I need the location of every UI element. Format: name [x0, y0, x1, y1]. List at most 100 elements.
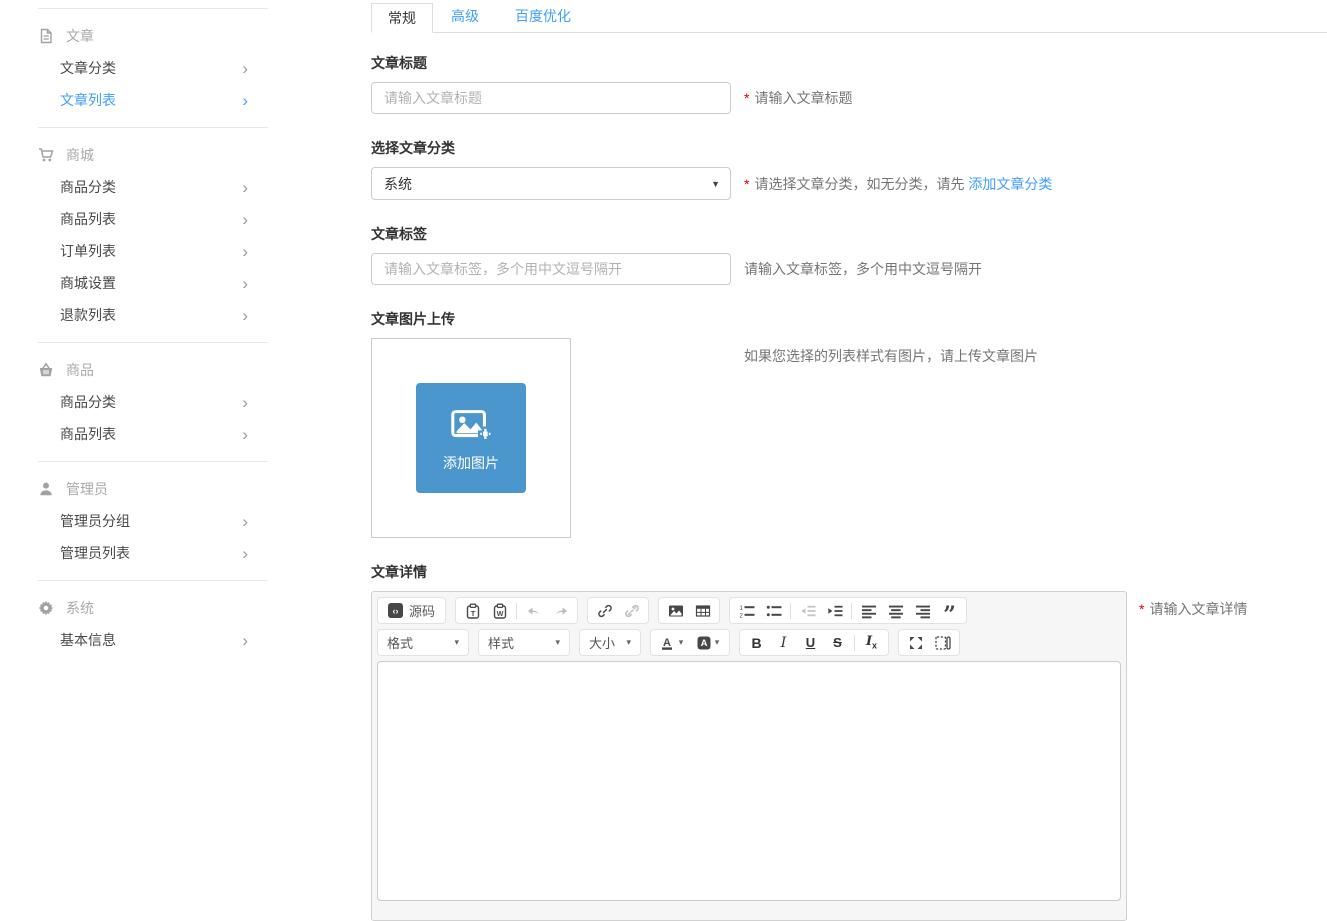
sidebar-item-label: 商品分类: [60, 177, 116, 197]
maximize-button[interactable]: [902, 630, 929, 655]
chevron-right-icon: ›: [242, 243, 248, 260]
undo-icon: [526, 603, 542, 619]
sidebar-header-admin[interactable]: 管理员: [0, 473, 300, 505]
chevron-right-icon: ›: [242, 60, 248, 77]
field-help: *请输入文章详情: [1139, 599, 1247, 619]
field-label: 文章标题: [371, 53, 1327, 73]
field-help: 请输入文章标签，多个用中文逗号隔开: [744, 259, 982, 279]
italic-icon: I: [781, 635, 787, 651]
text-color-button[interactable]: A ▾: [654, 630, 690, 655]
sidebar-item-goods-category[interactable]: 商品分类 ›: [0, 386, 300, 418]
background-color-icon: A: [697, 635, 713, 651]
image-icon: [668, 603, 684, 619]
remove-format-icon: Ix: [866, 634, 877, 651]
toolbar-group-paragraph: 12: [729, 597, 967, 624]
article-tags-input[interactable]: [371, 253, 731, 285]
tab-general[interactable]: 常规: [371, 3, 433, 33]
editor-content-area[interactable]: [377, 661, 1121, 901]
bold-icon: B: [751, 635, 761, 651]
tab-baidu-seo[interactable]: 百度优化: [497, 2, 589, 32]
bold-button[interactable]: B: [743, 630, 770, 655]
sidebar-item-refund-list[interactable]: 退款列表 ›: [0, 299, 300, 331]
field-article-detail: 文章详情 ‹› 源码: [371, 562, 1327, 921]
toolbar-group-insert: [658, 597, 720, 624]
align-right-button[interactable]: [909, 598, 936, 623]
sidebar-header-article[interactable]: 文章: [0, 20, 300, 52]
styles-dropdown[interactable]: 样式 ▾: [478, 629, 570, 656]
caret-down-icon: ▾: [454, 637, 459, 648]
sidebar-item-article-category[interactable]: 文章分类 ›: [0, 52, 300, 84]
paste-text-icon: T: [465, 603, 481, 619]
link-button[interactable]: [591, 598, 618, 623]
show-blocks-button[interactable]: [929, 630, 956, 655]
sidebar-item-label: 商品列表: [60, 209, 116, 229]
align-center-button[interactable]: [882, 598, 909, 623]
strikethrough-button[interactable]: S: [824, 630, 851, 655]
sidebar-section-article: 文章 文章分类 › 文章列表 ›: [0, 9, 300, 127]
link-icon: [597, 603, 613, 619]
sidebar-item-mall-goods-category[interactable]: 商品分类 ›: [0, 171, 300, 203]
main-content: 常规 高级 百度优化 文章标题 *请输入文章标题 选择文章分类: [300, 0, 1327, 641]
indent-button[interactable]: [821, 598, 848, 623]
sidebar-item-mall-settings[interactable]: 商城设置 ›: [0, 267, 300, 299]
toolbar-separator: [851, 603, 852, 619]
help-text: 请选择文章分类，如无分类，请先: [754, 176, 968, 192]
paste-text-button[interactable]: T: [459, 598, 486, 623]
toolbar-group-colors: A ▾ A ▾: [650, 629, 730, 656]
sidebar-item-label: 管理员分组: [60, 511, 130, 531]
sidebar-item-label: 商品分类: [60, 392, 116, 412]
help-text: 如果您选择的列表样式有图片，请上传文章图片: [744, 348, 1038, 364]
sidebar-header-system[interactable]: 系统: [0, 592, 300, 624]
format-dropdown[interactable]: 格式 ▾: [377, 629, 469, 656]
svg-text:W: W: [496, 610, 503, 617]
underline-button[interactable]: U: [797, 630, 824, 655]
source-button[interactable]: ‹› 源码: [381, 598, 442, 623]
toolbar-separator: [854, 635, 855, 651]
add-image-button[interactable]: 添加图片: [416, 383, 526, 493]
insert-table-button[interactable]: [689, 598, 716, 623]
toolbar-separator: [516, 603, 517, 619]
field-label: 选择文章分类: [371, 138, 1327, 158]
chevron-right-icon: ›: [242, 307, 248, 324]
sidebar-item-article-list[interactable]: 文章列表 ›: [0, 84, 300, 116]
sidebar-item-label: 文章列表: [60, 90, 116, 110]
paste-word-button[interactable]: W: [486, 598, 513, 623]
svg-text:A: A: [700, 638, 707, 649]
italic-button[interactable]: I: [770, 630, 797, 655]
align-left-button[interactable]: [855, 598, 882, 623]
numbered-list-button[interactable]: 12: [733, 598, 760, 623]
svg-text:T: T: [470, 608, 475, 617]
tab-advanced[interactable]: 高级: [433, 2, 497, 32]
article-category-select[interactable]: 系统 ▼: [371, 167, 731, 200]
svg-text:A: A: [663, 636, 671, 648]
add-category-link[interactable]: 添加文章分类: [968, 176, 1052, 192]
blockquote-icon: ”: [943, 602, 956, 620]
article-title-input[interactable]: [371, 82, 731, 114]
styles-label: 样式: [488, 633, 514, 652]
sidebar-header-goods[interactable]: 商品: [0, 354, 300, 386]
sidebar-item-basic-info[interactable]: 基本信息 ›: [0, 624, 300, 656]
sidebar-header-label: 文章: [66, 26, 94, 46]
format-label: 格式: [387, 633, 413, 652]
sidebar-item-admin-list[interactable]: 管理员列表 ›: [0, 537, 300, 569]
sidebar-header-mall[interactable]: 商城: [0, 139, 300, 171]
sidebar-item-mall-goods-list[interactable]: 商品列表 ›: [0, 203, 300, 235]
sidebar-item-order-list[interactable]: 订单列表 ›: [0, 235, 300, 267]
sidebar-item-goods-list[interactable]: 商品列表 ›: [0, 418, 300, 450]
select-caret-icon: ▼: [711, 179, 720, 189]
size-dropdown[interactable]: 大小 ▾: [579, 629, 641, 656]
remove-format-button[interactable]: Ix: [858, 630, 885, 655]
sidebar-item-admin-group[interactable]: 管理员分组 ›: [0, 505, 300, 537]
background-color-button[interactable]: A ▾: [690, 630, 726, 655]
blockquote-button[interactable]: ”: [936, 598, 963, 623]
insert-image-button[interactable]: [662, 598, 689, 623]
toolbar-group-clipboard: T W: [455, 597, 578, 624]
article-icon: [38, 28, 54, 44]
sidebar-section-mall: 商城 商品分类 › 商品列表 › 订单列表 › 商城设置 › 退款列表 ›: [0, 128, 300, 342]
editor-toolbar-row-2: 格式 ▾ 样式 ▾ 大小 ▾: [377, 629, 1121, 656]
field-help: 如果您选择的列表样式有图片，请上传文章图片: [744, 346, 1038, 366]
mall-cart-icon: [38, 147, 54, 163]
chevron-right-icon: ›: [242, 275, 248, 292]
bullet-list-button[interactable]: [760, 598, 787, 623]
sidebar-item-label: 管理员列表: [60, 543, 130, 563]
